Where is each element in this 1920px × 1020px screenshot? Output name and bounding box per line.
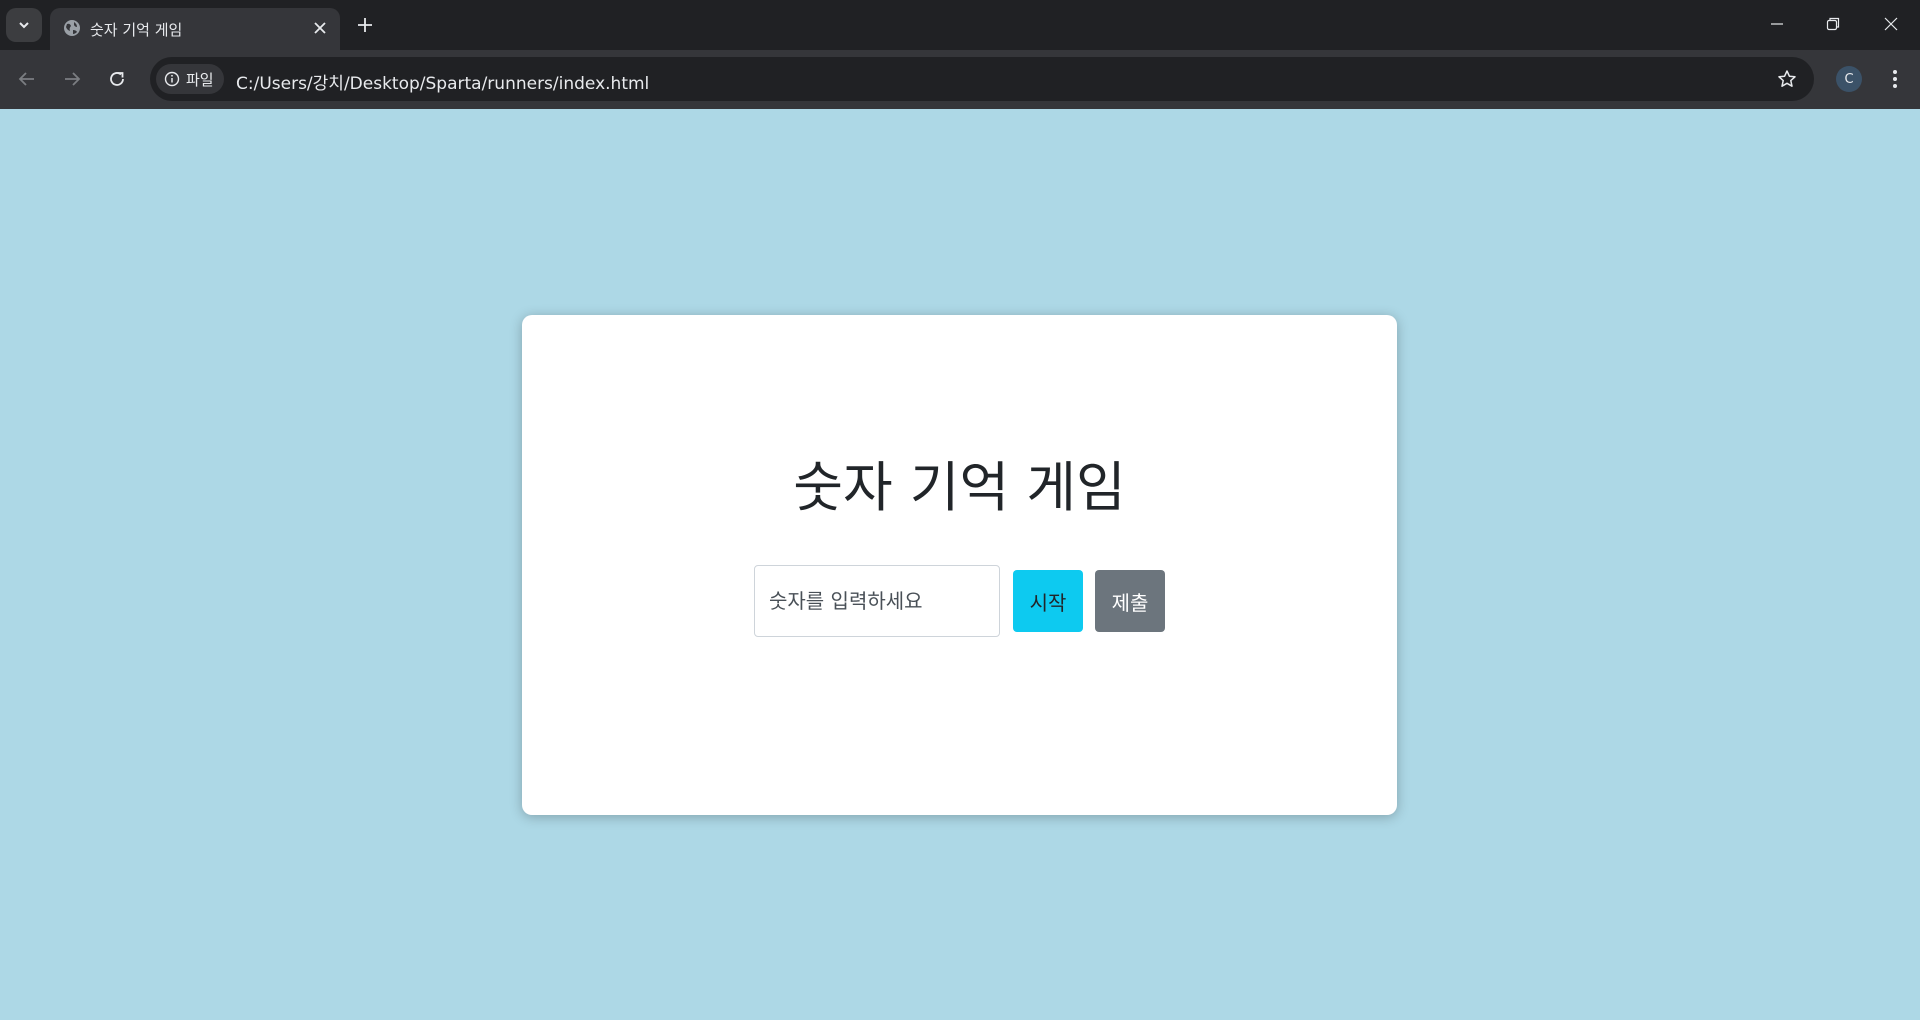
active-tab[interactable]: 숫자 기억 게임 bbox=[50, 8, 340, 50]
page-viewport: 숫자 기억 게임 시작 제출 bbox=[0, 109, 1920, 1020]
close-window-button[interactable] bbox=[1868, 8, 1914, 40]
site-info-chip[interactable]: 파일 bbox=[156, 64, 224, 94]
minimize-icon bbox=[1771, 23, 1783, 25]
minimize-button[interactable] bbox=[1754, 8, 1800, 40]
tab-title: 숫자 기억 게임 bbox=[90, 21, 183, 39]
number-input[interactable] bbox=[754, 565, 1000, 637]
chevron-down-icon bbox=[19, 22, 29, 29]
plus-icon bbox=[358, 18, 372, 32]
arrow-left-icon bbox=[18, 72, 34, 86]
reload-icon bbox=[110, 72, 124, 86]
forward-button[interactable] bbox=[55, 62, 89, 96]
arrow-right-icon bbox=[65, 72, 81, 86]
browser-menu-button[interactable] bbox=[1880, 64, 1910, 94]
back-button[interactable] bbox=[10, 62, 44, 96]
game-card: 숫자 기억 게임 시작 제출 bbox=[522, 315, 1397, 815]
star-icon bbox=[1778, 70, 1796, 87]
new-tab-button[interactable] bbox=[352, 12, 378, 38]
tab-search-button[interactable] bbox=[6, 8, 42, 42]
url-text[interactable]: C:/Users/강치/Desktop/Sparta/runners/index… bbox=[236, 69, 649, 94]
start-button[interactable]: 시작 bbox=[1013, 570, 1083, 632]
globe-icon bbox=[64, 20, 80, 36]
tab-close-button[interactable] bbox=[310, 18, 330, 38]
browser-toolbar: 파일 C:/Users/강치/Desktop/Sparta/runners/in… bbox=[0, 50, 1920, 109]
site-chip-label: 파일 bbox=[186, 70, 214, 89]
submit-button[interactable]: 제출 bbox=[1095, 570, 1165, 632]
info-icon bbox=[164, 71, 180, 87]
reload-button[interactable] bbox=[100, 62, 134, 96]
page-title: 숫자 기억 게임 bbox=[793, 456, 1126, 519]
restore-button[interactable] bbox=[1810, 8, 1856, 40]
tab-strip: 숫자 기억 게임 bbox=[0, 0, 1920, 50]
more-vertical-icon bbox=[1893, 70, 1897, 88]
address-bar[interactable]: 파일 C:/Users/강치/Desktop/Sparta/runners/in… bbox=[150, 57, 1814, 101]
game-controls: 시작 제출 bbox=[754, 565, 1165, 637]
close-icon bbox=[1884, 17, 1898, 31]
restore-icon bbox=[1826, 17, 1840, 31]
bookmark-button[interactable] bbox=[1776, 68, 1798, 90]
profile-avatar[interactable]: C bbox=[1836, 66, 1862, 92]
close-icon bbox=[314, 22, 326, 34]
